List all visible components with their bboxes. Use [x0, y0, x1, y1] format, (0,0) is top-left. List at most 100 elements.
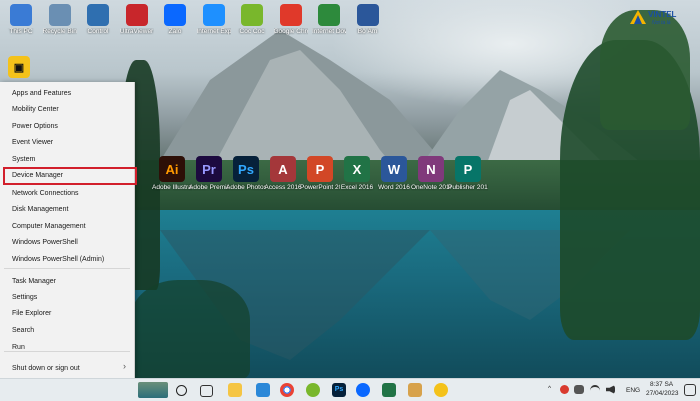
app-glyph-icon: X [344, 156, 370, 182]
volume-icon[interactable] [606, 385, 615, 394]
app-icon[interactable]: N OneNote 2016 [411, 156, 451, 208]
store-icon[interactable] [256, 383, 270, 397]
computer-icon [10, 4, 32, 26]
ultraviewer-icon [125, 4, 148, 26]
chrome-icon [279, 4, 302, 26]
desktop-icon-label: Bộ Âm [357, 28, 378, 35]
app-icon-label: Adobe Illustrat... [152, 184, 192, 191]
desktop-icon-label: Internet Downlo... [312, 28, 346, 35]
app-glyph-icon: P [307, 156, 333, 182]
zalo-taskbar-icon[interactable] [356, 383, 370, 397]
app-glyph-icon: W [381, 156, 407, 182]
app-icon[interactable]: X Excel 2016 [337, 156, 377, 208]
desktop-icon-recycle-bin[interactable]: Recycle Bin [43, 4, 77, 50]
app-icon[interactable]: P PowerPoint 2016 [300, 156, 340, 208]
menu-item-file-explorer[interactable]: File Explorer [0, 306, 134, 322]
battery-icon[interactable] [574, 385, 584, 394]
desktop-icon-control-panel[interactable]: Control [81, 4, 115, 50]
app-glyph-icon: Pr [196, 156, 222, 182]
menu-item-settings[interactable]: Settings [0, 290, 134, 306]
taskbar: Ps ^ ENG 8:37 SA 27/04/2023 [0, 378, 700, 401]
taskbar-photo-thumb[interactable] [138, 382, 168, 398]
logo-text: VINTEL [648, 10, 677, 19]
menu-item-shut-down-or-sign-out[interactable]: Shut down or sign out [0, 361, 134, 377]
menu-item-task-manager[interactable]: Task Manager [0, 274, 134, 290]
paint-taskbar-icon[interactable] [408, 383, 422, 397]
app-icon-label: Adobe Premiere P... [189, 184, 229, 191]
menu-item-network-connections[interactable]: Network Connections [0, 186, 134, 202]
menu-item-apps-and-features[interactable]: Apps and Features [0, 86, 134, 102]
app-icon-label: Excel 2016 [340, 184, 374, 191]
desktop-icon-word-doc[interactable]: Bộ Âm [351, 4, 385, 50]
coccoc-taskbar-icon[interactable] [306, 383, 320, 397]
desktop-icon-internet-explorer[interactable]: Internet Explorer [197, 4, 231, 50]
recycle-bin-icon [48, 4, 71, 26]
app-glyph-icon: Ai [159, 156, 185, 182]
app-icon-label: Word 2016 [378, 184, 410, 191]
menu-item-event-viewer[interactable]: Event Viewer [0, 135, 134, 151]
menu-separator [4, 268, 130, 269]
menu-separator [4, 351, 130, 352]
wifi-icon[interactable] [590, 385, 600, 396]
desktop-icon-label: This PC [9, 28, 33, 35]
desktop-icon-coccoc[interactable]: Coc Coc [235, 4, 269, 50]
app-icon[interactable]: Ps Adobe Photosh... [226, 156, 266, 208]
logo-subtext: Nơi ta là [652, 20, 671, 26]
menu-item-disk-management[interactable]: Disk Management [0, 202, 134, 218]
idm-icon [318, 4, 340, 26]
device-manager-highlight [3, 167, 137, 185]
desktop-icon-label: Recycle Bin [42, 28, 77, 35]
internet-explorer-icon [202, 4, 225, 26]
app-glyph-icon: N [418, 156, 444, 182]
clock-time[interactable]: 8:37 SA [650, 381, 673, 388]
menu-item-windows-powershell-admin[interactable]: Windows PowerShell (Admin) [0, 252, 134, 268]
tree [130, 280, 250, 380]
menu-item-power-options[interactable]: Power Options [0, 119, 134, 135]
desktop-icon-label: UltraViewer [119, 28, 154, 35]
yellow-app-taskbar-icon[interactable] [434, 383, 448, 397]
search-circle-icon[interactable] [176, 385, 187, 396]
tray-chevron-icon[interactable]: ^ [548, 385, 551, 392]
menu-item-search[interactable]: Search [0, 323, 134, 339]
desktop-icon-label: Zalo [168, 28, 182, 35]
app-icon[interactable]: Pr Adobe Premiere P... [189, 156, 229, 208]
desktop-icon-label: Google Chrome [273, 28, 308, 35]
desktop-icon-label: Internet Explorer [196, 28, 231, 35]
menu-item-computer-management[interactable]: Computer Management [0, 219, 134, 235]
app-glyph-icon: A [270, 156, 296, 182]
security-tray-icon[interactable] [560, 385, 569, 394]
app-icon-label: PowerPoint 2016 [300, 184, 340, 191]
file-explorer-icon[interactable] [228, 383, 242, 397]
zalo-icon [164, 4, 186, 26]
desktop-icon-computer[interactable]: This PC [4, 4, 38, 50]
yellow-app-icon: ▣ [8, 56, 30, 78]
app-icon[interactable]: A Access 2016 [263, 156, 303, 208]
desktop-icon-zalo[interactable]: Zalo [158, 4, 192, 50]
app-icon[interactable]: P Publisher 2016 [448, 156, 488, 208]
photoshop-taskbar-icon[interactable]: Ps [332, 383, 346, 397]
logo-mark-icon [630, 10, 646, 24]
notification-icon[interactable] [684, 384, 696, 396]
app-glyph-icon: P [455, 156, 481, 182]
task-view-icon[interactable] [200, 385, 213, 397]
language-indicator[interactable]: ENG [626, 387, 640, 394]
chrome-taskbar-icon[interactable] [280, 383, 294, 397]
menu-item-mobility-center[interactable]: Mobility Center [0, 102, 134, 118]
desktop-icon-ultraviewer[interactable]: UltraViewer [120, 4, 154, 50]
app-icon-label: Access 2016 [264, 184, 302, 191]
brand-logo: VINTEL Nơi ta là [630, 6, 698, 32]
coccoc-icon [241, 4, 263, 26]
app-icon-label: Publisher 2016 [448, 184, 488, 191]
app-icon[interactable]: W Word 2016 [374, 156, 414, 208]
clock-date[interactable]: 27/04/2023 [646, 390, 679, 397]
app-icon[interactable]: Ai Adobe Illustrat... [152, 156, 192, 208]
desktop-icon-label: Control [87, 28, 109, 35]
menu-item-windows-powershell[interactable]: Windows PowerShell [0, 235, 134, 251]
menu-item-system[interactable]: System [0, 152, 134, 168]
winx-menu: Apps and Features Mobility Center Power Op… [0, 82, 137, 400]
word-doc-icon [356, 4, 379, 26]
desktop-icon-chrome[interactable]: Google Chrome [274, 4, 308, 50]
desktop-icon-idm[interactable]: Internet Downlo... [312, 4, 346, 50]
excel-taskbar-icon[interactable] [382, 383, 396, 397]
menu-item-run[interactable]: Run [0, 340, 134, 356]
